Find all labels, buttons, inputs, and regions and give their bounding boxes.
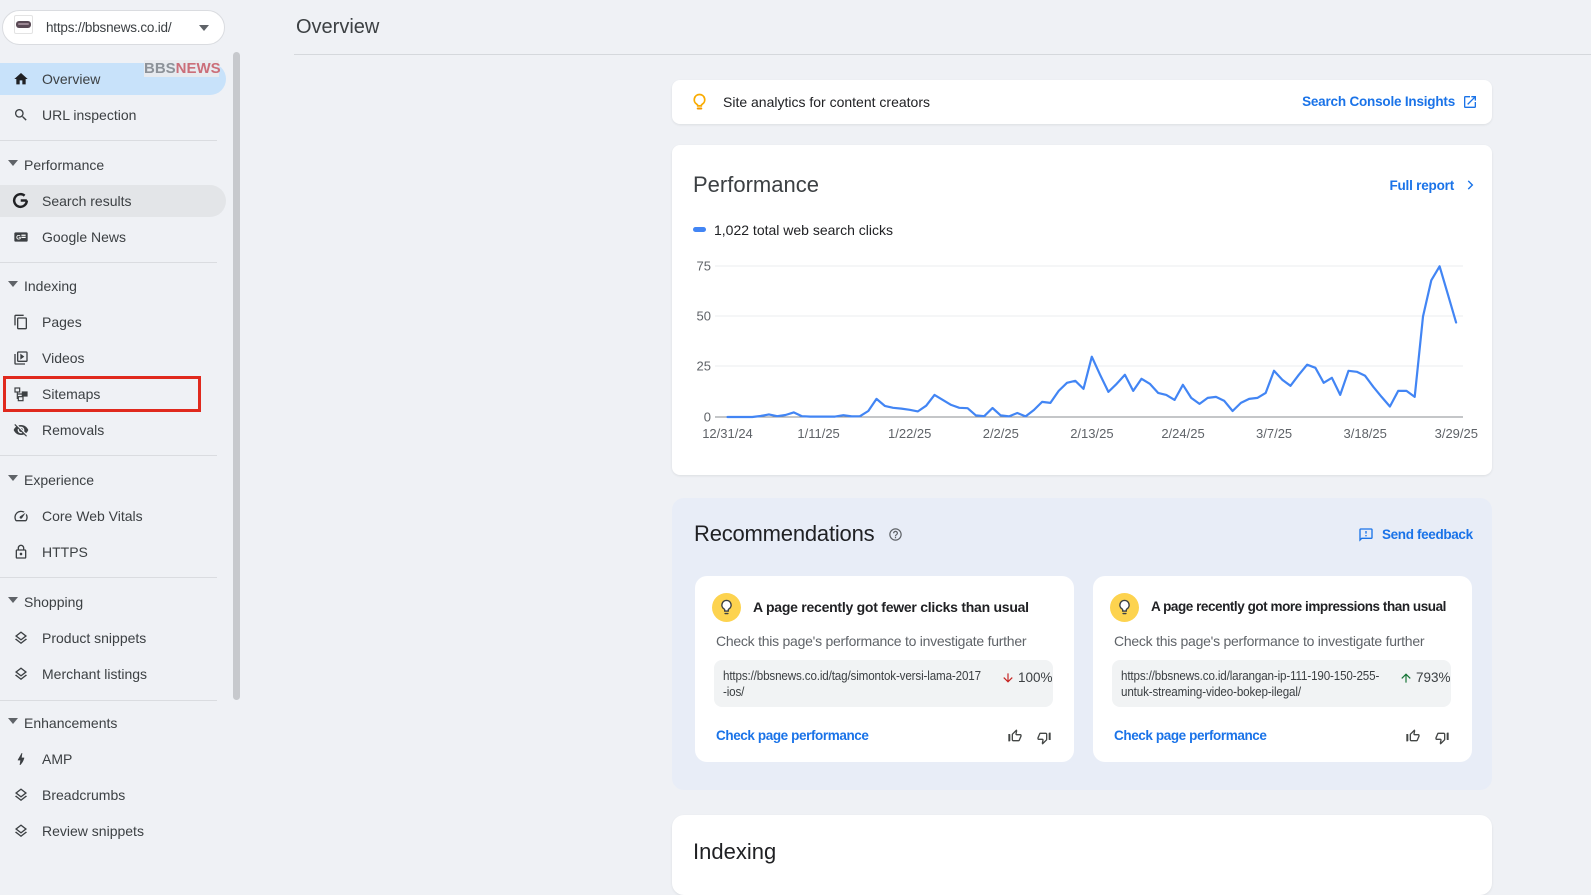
svg-text:1/11/25: 1/11/25 (797, 426, 839, 441)
svg-text:75: 75 (697, 259, 711, 274)
svg-text:2/2/25: 2/2/25 (983, 426, 1019, 441)
svg-text:3/18/25: 3/18/25 (1344, 426, 1387, 441)
svg-text:50: 50 (697, 309, 711, 324)
svg-text:25: 25 (697, 359, 711, 374)
svg-text:3/29/25: 3/29/25 (1435, 426, 1478, 441)
svg-text:12/31/24: 12/31/24 (702, 426, 753, 441)
svg-text:1/22/25: 1/22/25 (888, 426, 931, 441)
svg-text:0: 0 (704, 410, 711, 425)
svg-text:2/13/25: 2/13/25 (1070, 426, 1113, 441)
svg-text:2/24/25: 2/24/25 (1161, 426, 1204, 441)
svg-text:3/7/25: 3/7/25 (1256, 426, 1292, 441)
svg-text:G: G (16, 234, 21, 241)
